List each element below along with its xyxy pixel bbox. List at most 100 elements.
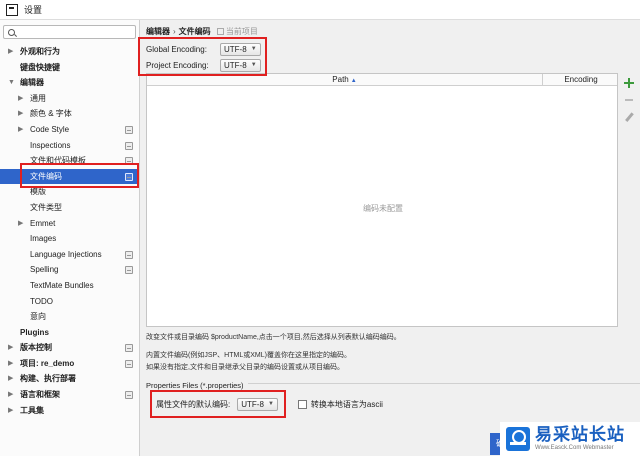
chevron-right-icon[interactable]: ▶ <box>18 122 23 138</box>
properties-encoding-select[interactable]: UTF-8 ▼ <box>237 397 278 411</box>
settings-sidebar: ▶ 外观和行为 键盘快捷键 ▼ 编辑器 ▶ 通用 ▶ 颜色 & 字体 ▶ Code Style Ins… <box>0 20 140 456</box>
watermark-logo-icon <box>506 427 530 451</box>
chevron-right-icon[interactable]: ▶ <box>18 91 23 107</box>
chevron-right-icon[interactable]: ▶ <box>8 403 13 419</box>
title-bar: 设置 <box>0 0 640 20</box>
project-scope-icon <box>216 28 224 35</box>
sidebar-item-20[interactable]: ▶ 项目: re_demo <box>0 356 139 372</box>
sidebar-item-label: 工具集 <box>20 405 44 415</box>
sidebar-item-6[interactable]: Inspections <box>0 138 139 154</box>
breadcrumb: 编辑器 › 文件编码 当前项目 <box>146 26 258 37</box>
chevron-right-icon[interactable]: ▶ <box>8 356 13 372</box>
project-scope-icon <box>125 157 133 166</box>
table-toolbar <box>621 77 637 123</box>
sort-ascending-icon: ▲ <box>350 78 357 84</box>
sidebar-item-3[interactable]: ▶ 通用 <box>0 91 139 107</box>
global-encoding-label: Global Encoding: <box>146 44 207 54</box>
native-to-ascii-label: 转换本地语言为ascii <box>310 399 383 409</box>
sidebar-item-19[interactable]: ▶ 版本控制 <box>0 340 139 356</box>
chevron-down-icon: ▼ <box>267 400 274 407</box>
sidebar-item-label: Emmet <box>30 218 56 228</box>
description-line-2: 内置文件编码(例如JSP、HTML或XML)覆盖你在这里指定的编码。 <box>146 352 351 359</box>
properties-encoding-value: UTF-8 <box>241 399 264 409</box>
sidebar-item-22[interactable]: ▶ 语言和框架 <box>0 387 139 403</box>
global-encoding-value: UTF-8 <box>224 44 247 54</box>
project-scope-icon <box>125 344 133 353</box>
encoding-column-header[interactable]: Encoding <box>543 74 619 85</box>
breadcrumb-editor: 编辑器 <box>146 27 170 36</box>
global-encoding-select[interactable]: UTF-8 ▼ <box>220 42 261 56</box>
sidebar-item-9[interactable]: 模版 <box>0 184 139 200</box>
sidebar-item-label: TextMate Bundles <box>30 280 94 290</box>
search-input[interactable] <box>3 25 136 39</box>
sidebar-item-0[interactable]: ▶ 外观和行为 <box>0 44 139 60</box>
edit-icon[interactable] <box>623 111 635 123</box>
sidebar-item-16[interactable]: TODO <box>0 294 139 310</box>
sidebar-item-15[interactable]: TextMate Bundles <box>0 278 139 294</box>
sidebar-item-label: 语言和框架 <box>20 390 60 400</box>
sidebar-item-label: Spelling <box>30 265 59 275</box>
sidebar-item-4[interactable]: ▶ 颜色 & 字体 <box>0 106 139 122</box>
sidebar-item-label: 颜色 & 字体 <box>30 109 72 119</box>
sidebar-item-7[interactable]: 文件和代码模板 <box>0 153 139 169</box>
description-line-3: 如果没有指定,文件和目录继承父目录的编码设置或从项目编码。 <box>146 364 344 371</box>
breadcrumb-hint: 当前项目 <box>225 27 258 36</box>
sidebar-item-label: 版本控制 <box>20 343 52 353</box>
sidebar-item-label: Code Style <box>30 124 70 134</box>
description-line-1: 改变文件或目录编码 $productName,点击一个项目,然后选择从列表默认编… <box>146 334 401 341</box>
sidebar-item-14[interactable]: Spelling <box>0 262 139 278</box>
sidebar-item-17[interactable]: 意向 <box>0 309 139 325</box>
sidebar-item-23[interactable]: ▶ 工具集 <box>0 403 139 419</box>
project-scope-icon <box>125 141 133 150</box>
project-scope-icon <box>125 250 133 259</box>
properties-section-title: Properties Files (*.properties) <box>146 381 248 390</box>
chevron-down-icon: ▼ <box>250 61 257 68</box>
sidebar-item-2[interactable]: ▼ 编辑器 <box>0 75 139 91</box>
sidebar-item-label: 模版 <box>30 187 46 197</box>
sidebar-item-label: 编辑器 <box>20 78 44 88</box>
chevron-right-icon[interactable]: ▶ <box>8 387 13 403</box>
add-icon[interactable] <box>623 77 635 89</box>
file-encoding-panel: 编辑器 › 文件编码 当前项目 Global Encoding: UTF-8 ▼ P… <box>141 20 640 456</box>
breadcrumb-file-encoding: 文件编码 <box>178 27 211 36</box>
project-scope-icon <box>125 266 133 275</box>
sidebar-item-label: 意向 <box>30 312 46 322</box>
chevron-right-icon[interactable]: ▶ <box>8 371 13 387</box>
chevron-right-icon[interactable]: ▶ <box>18 216 23 232</box>
sidebar-item-1[interactable]: 键盘快捷键 <box>0 60 139 76</box>
sidebar-item-21[interactable]: ▶ 构建、执行部署 <box>0 371 139 387</box>
project-encoding-value: UTF-8 <box>224 60 247 70</box>
watermark-sub-text: Www.Easck.Com Webmaster <box>535 445 614 451</box>
sidebar-item-label: 文件编码 <box>30 171 62 181</box>
sidebar-item-5[interactable]: ▶ Code Style <box>0 122 139 138</box>
sidebar-item-11[interactable]: ▶ Emmet <box>0 216 139 232</box>
sidebar-item-8[interactable]: 文件编码 <box>0 168 139 185</box>
path-column-header[interactable]: Path ▲ <box>147 74 543 85</box>
path-column-label: Path <box>332 75 349 84</box>
project-scope-icon <box>125 125 133 134</box>
sidebar-item-10[interactable]: 文件类型 <box>0 200 139 216</box>
sidebar-item-12[interactable]: Images <box>0 231 139 247</box>
chevron-down-icon[interactable]: ▼ <box>8 75 15 91</box>
sidebar-item-label: Images <box>30 234 57 244</box>
settings-tree: ▶ 外观和行为 键盘快捷键 ▼ 编辑器 ▶ 通用 ▶ 颜色 & 字体 ▶ Code Style Ins… <box>0 44 139 418</box>
sidebar-item-label: 文件类型 <box>30 202 62 212</box>
watermark: 易采站长站 Www.Easck.Com Webmaster <box>500 422 640 456</box>
chevron-right-icon[interactable]: ▶ <box>8 340 13 356</box>
chevron-down-icon: ▼ <box>250 45 257 52</box>
chevron-right-icon[interactable]: ▶ <box>18 106 23 122</box>
native-to-ascii-checkbox[interactable] <box>297 399 307 409</box>
empty-table-text: 编码未配置 <box>363 203 403 213</box>
sidebar-item-label: 通用 <box>30 93 46 103</box>
project-scope-icon <box>125 172 133 181</box>
chevron-right-icon[interactable]: ▶ <box>8 44 13 60</box>
sidebar-item-13[interactable]: Language Injections <box>0 247 139 263</box>
sidebar-item-label: Inspections <box>30 140 71 150</box>
encoding-table[interactable]: 编码未配置 Path ▲ Encoding <box>146 73 618 327</box>
project-encoding-select[interactable]: UTF-8 ▼ <box>220 58 261 72</box>
sidebar-item-label: 项目: re_demo <box>20 358 75 368</box>
sidebar-item-18[interactable]: Plugins <box>0 325 139 341</box>
project-scope-icon <box>125 359 133 368</box>
remove-icon[interactable] <box>623 94 635 106</box>
sidebar-item-label: 文件和代码模板 <box>30 156 86 166</box>
